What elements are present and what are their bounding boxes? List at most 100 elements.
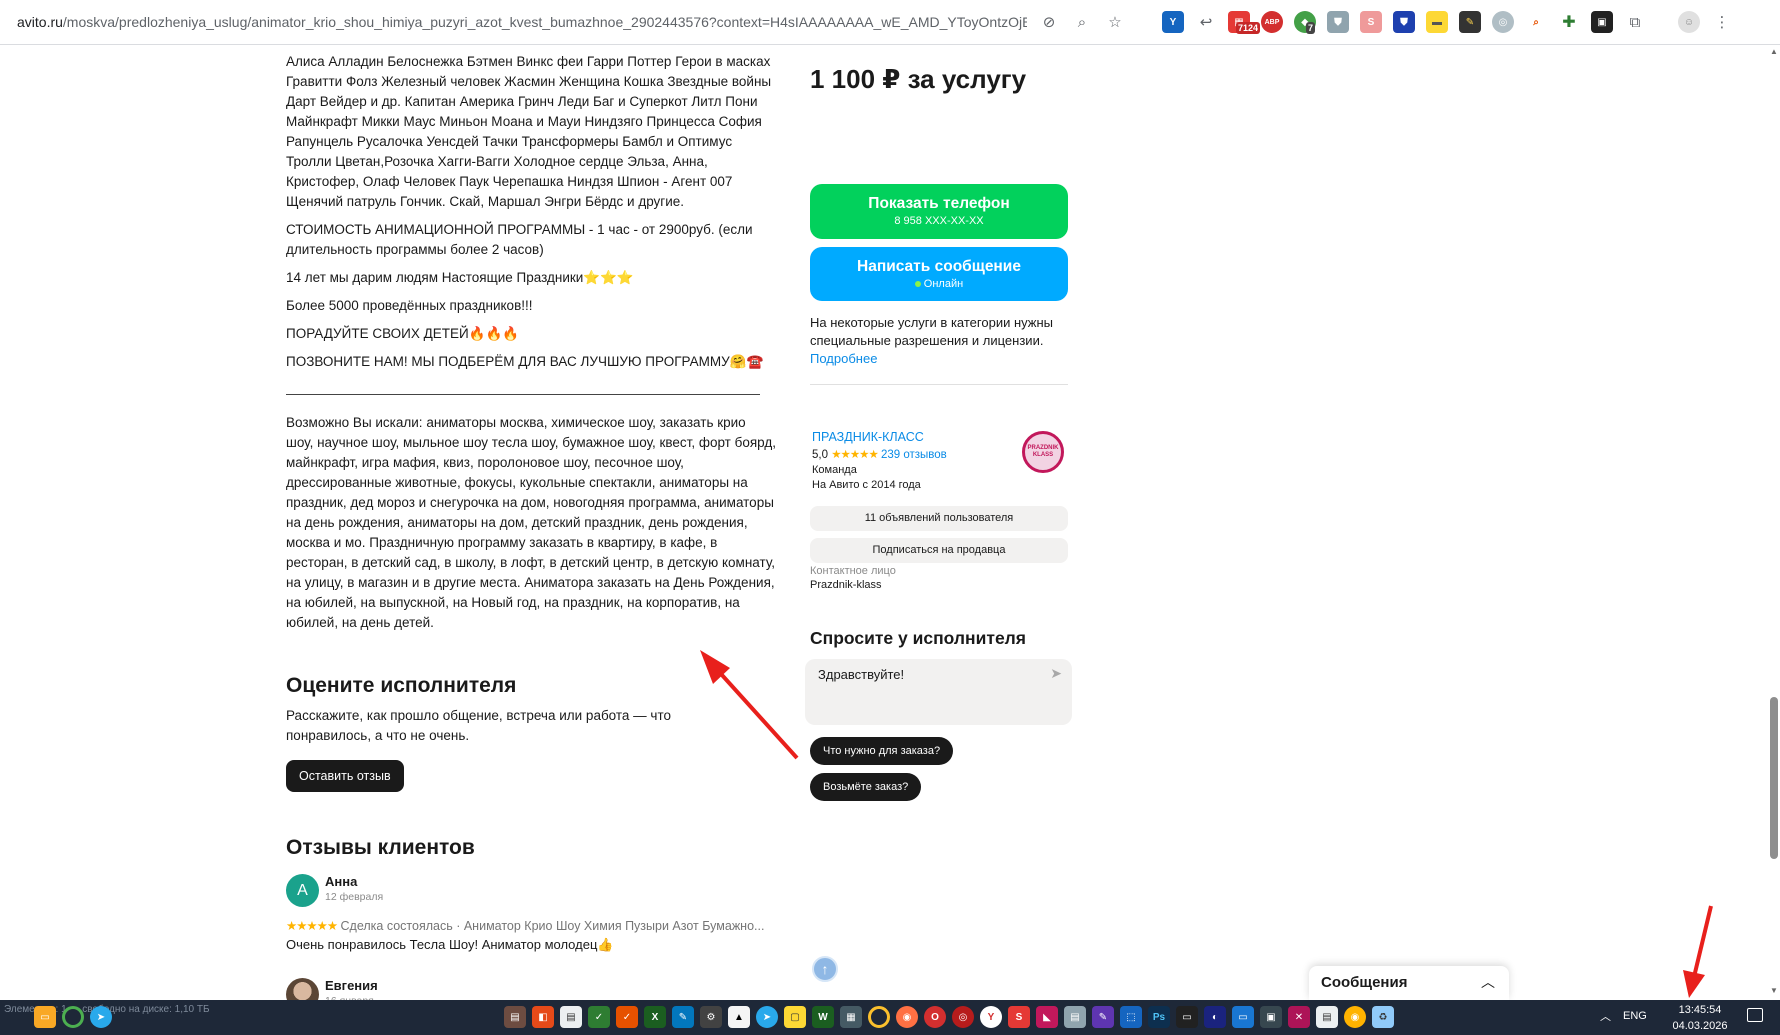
divider bbox=[810, 384, 1068, 385]
ext-calendar-icon[interactable]: ▦7124 bbox=[1228, 11, 1261, 34]
adblock-icon[interactable]: ABP bbox=[1261, 11, 1283, 33]
taskbar-app-icon[interactable]: ▢ bbox=[784, 1006, 806, 1028]
taskbar-app-icon[interactable]: S bbox=[1008, 1006, 1030, 1028]
send-icon[interactable]: ➤ bbox=[1050, 665, 1062, 682]
chrome-icon[interactable] bbox=[868, 1006, 890, 1028]
taskbar-app-icon[interactable]: ✓ bbox=[588, 1006, 610, 1028]
file-explorer-icon[interactable]: ▭ bbox=[34, 1006, 56, 1028]
taskbar-app-icon[interactable]: ▤ bbox=[560, 1006, 582, 1028]
ext-y-icon[interactable]: Y bbox=[1162, 11, 1184, 33]
taskbar-app-icon[interactable]: ▦ bbox=[840, 1006, 862, 1028]
ext-shield-blue-icon[interactable]: ⛊ bbox=[1393, 11, 1415, 33]
write-message-button[interactable]: Написать сообщение Онлайн bbox=[810, 247, 1068, 301]
url-field[interactable]: avito.ru/moskva/predlozheniya_uslug/anim… bbox=[17, 14, 1027, 30]
ask-message-input[interactable]: Здравствуйте! ➤ bbox=[805, 659, 1072, 725]
recycle-bin-icon[interactable]: ♻ bbox=[1372, 1006, 1394, 1028]
star-bookmark-icon[interactable]: ☆ bbox=[1104, 11, 1126, 33]
tray-chevron-up-icon[interactable]: ︿ bbox=[1600, 1008, 1611, 1024]
taskbar-app-icon[interactable]: ▲ bbox=[728, 1006, 750, 1028]
description-paragraph: ПОЗВОНИТЕ НАМ! МЫ ПОДБЕРЁМ ДЛЯ ВАС ЛУЧШУ… bbox=[286, 354, 764, 369]
opera-icon[interactable]: O bbox=[924, 1006, 946, 1028]
ext-note-icon[interactable]: ▬ bbox=[1426, 11, 1448, 33]
review-author[interactable]: Анна bbox=[325, 874, 357, 889]
taskbar-app-icon[interactable]: ✎ bbox=[1092, 1006, 1114, 1028]
ext-search-icon[interactable]: ⌕ bbox=[1525, 11, 1547, 33]
telegram-icon[interactable]: ➤ bbox=[90, 1006, 112, 1028]
scroll-up-arrow-icon[interactable]: ▲ bbox=[1770, 47, 1778, 56]
seller-ads-button[interactable]: 11 объявлений пользователя bbox=[810, 506, 1068, 531]
seller-name-link[interactable]: ПРАЗДНИК-КЛАСС bbox=[812, 430, 924, 444]
taskbar-app-icon[interactable]: ▣ bbox=[1260, 1006, 1282, 1028]
notification-center-icon[interactable] bbox=[1747, 1008, 1763, 1022]
contact-label: Контактное лицо bbox=[810, 565, 896, 577]
taskbar-app-icon[interactable]: ▤ bbox=[1064, 1006, 1086, 1028]
ext-puzzle-green-icon[interactable]: ✚ bbox=[1558, 11, 1580, 33]
subscribe-seller-button[interactable]: Подписаться на продавца bbox=[810, 538, 1068, 563]
taskbar-app-icon[interactable]: ✎ bbox=[672, 1006, 694, 1028]
zoom-icon[interactable]: ⌕ bbox=[1071, 11, 1093, 33]
eye-off-icon[interactable]: ⊘ bbox=[1038, 11, 1060, 33]
taskbar-app-icon[interactable]: ◣ bbox=[1036, 1006, 1058, 1028]
quick-question-chip[interactable]: Возьмёте заказ? bbox=[810, 773, 922, 801]
extensions-puzzle-icon[interactable]: ⧉ bbox=[1624, 11, 1646, 33]
address-bar-icons: ⊘ ⌕ ☆ Y ↩ ▦7124 ABP ◆7 ⛊ S ⛊ ▬ ✎ ◎ ⌕ ✚ ▣… bbox=[1038, 11, 1733, 34]
ext-shield-gray-icon[interactable]: ⛊ bbox=[1327, 11, 1349, 33]
reply-icon[interactable]: ↩ bbox=[1195, 11, 1217, 33]
system-tray: ︿ ENG bbox=[1600, 1008, 1647, 1024]
seller-type: Команда bbox=[812, 464, 857, 476]
scroll-to-top-button[interactable]: ↑ bbox=[812, 956, 838, 982]
review-author[interactable]: Евгения bbox=[325, 978, 378, 993]
spacer-2 bbox=[1657, 11, 1667, 33]
yandex-icon[interactable]: Y bbox=[980, 1006, 1002, 1028]
ext-pencil-icon[interactable]: ✎ bbox=[1459, 11, 1481, 33]
messages-panel[interactable]: Сообщения ︿ bbox=[1309, 966, 1509, 1000]
seller-rating-value: 5,0 bbox=[812, 449, 828, 461]
leave-review-button[interactable]: Оставить отзыв bbox=[286, 760, 404, 792]
ext-globe-icon[interactable]: ◎ bbox=[1492, 11, 1514, 33]
taskbar-app-icon[interactable]: W bbox=[812, 1006, 834, 1028]
taskbar-app-icon[interactable]: ▤ bbox=[504, 1006, 526, 1028]
language-indicator[interactable]: ENG bbox=[1623, 1010, 1647, 1022]
ext-shield-green-icon[interactable]: ◆ 7 bbox=[1294, 11, 1316, 34]
taskbar-app-icon[interactable]: ⬚ bbox=[1120, 1006, 1142, 1028]
firefox-icon[interactable]: ◉ bbox=[896, 1006, 918, 1028]
reviews-title: Отзывы клиентов bbox=[286, 836, 475, 859]
menu-dots-icon[interactable]: ⋮ bbox=[1711, 11, 1733, 33]
taskbar-app-icon[interactable]: ▭ bbox=[1232, 1006, 1254, 1028]
scrollbar-thumb[interactable] bbox=[1770, 697, 1778, 859]
review-text: Очень понравилось Тесла Шоу! Аниматор мо… bbox=[286, 937, 614, 952]
ext-badge: 7124 bbox=[1236, 22, 1261, 34]
quick-question-chip[interactable]: Что нужно для заказа? bbox=[810, 737, 954, 765]
page: avito.ru/moskva/predlozheniya_uslug/anim… bbox=[0, 0, 1780, 1035]
url-path: /moskva/predlozheniya_uslug/animator_kri… bbox=[62, 14, 1027, 30]
taskbar-app-icon[interactable]: ◧ bbox=[532, 1006, 554, 1028]
seller-logo[interactable]: PRAZDNIK KLASS bbox=[1022, 431, 1064, 473]
messages-title: Сообщения bbox=[1321, 974, 1408, 991]
show-phone-button[interactable]: Показать телефон 8 958 XXX-XX-XX bbox=[810, 184, 1068, 239]
license-more-link[interactable]: Подробнее bbox=[810, 351, 877, 366]
taskbar-app-icon[interactable]: ◉ bbox=[1344, 1006, 1366, 1028]
taskbar-app-icon[interactable]: ◐ bbox=[1204, 1006, 1226, 1028]
photoshop-icon[interactable]: Ps bbox=[1148, 1006, 1170, 1028]
clock[interactable]: 13:45:54 04.03.2026 bbox=[1660, 1002, 1740, 1034]
telegram-icon[interactable]: ➤ bbox=[756, 1006, 778, 1028]
scroll-down-arrow-icon[interactable]: ▼ bbox=[1770, 986, 1778, 995]
chevron-up-icon[interactable]: ︿ bbox=[1481, 972, 1495, 992]
terminal-icon[interactable]: ▭ bbox=[1176, 1006, 1198, 1028]
seller-reviews-link[interactable]: 239 отзывов bbox=[881, 449, 947, 461]
profile-avatar-icon[interactable]: ☺ bbox=[1678, 11, 1700, 33]
ext-sp-icon[interactable]: S bbox=[1360, 11, 1382, 33]
taskbar-app-icon[interactable]: ◎ bbox=[952, 1006, 974, 1028]
chrome-icon[interactable] bbox=[62, 1006, 84, 1028]
taskbar-app-icon[interactable]: ✕ bbox=[1288, 1006, 1310, 1028]
seller-logo-text: PRAZDNIK KLASS bbox=[1027, 445, 1059, 458]
taskbar-app-icon[interactable]: ▤ bbox=[1316, 1006, 1338, 1028]
description-paragraph: 14 лет мы дарим людям Настоящие Праздник… bbox=[286, 270, 634, 285]
taskbar-app-icon[interactable]: ✓ bbox=[616, 1006, 638, 1028]
review-meta: Сделка состоялась · Аниматор Крио Шоу Хи… bbox=[340, 919, 765, 933]
excel-icon[interactable]: X bbox=[644, 1006, 666, 1028]
price: 1 100 ₽ за услугу bbox=[810, 64, 1027, 94]
ext-dark-icon[interactable]: ▣ bbox=[1591, 11, 1613, 33]
taskbar-app-icon[interactable]: ⚙ bbox=[700, 1006, 722, 1028]
